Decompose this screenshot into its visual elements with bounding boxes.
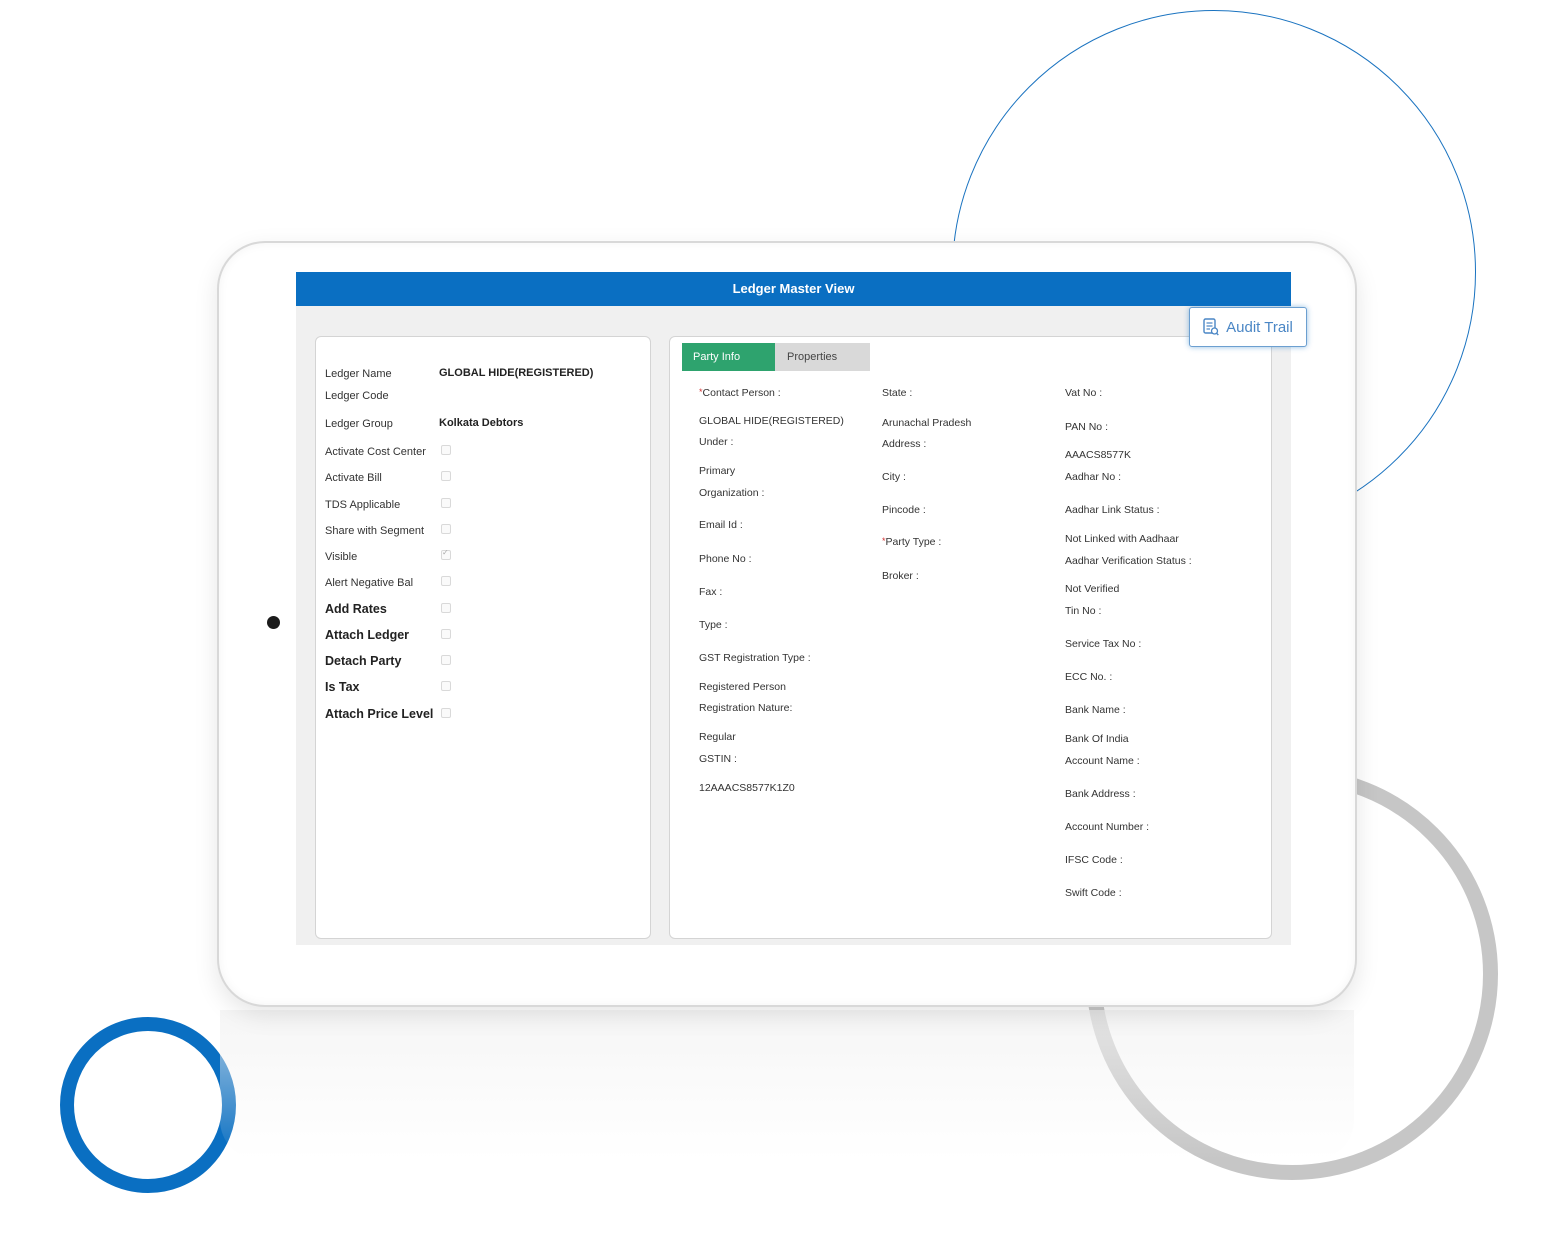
footer-strip xyxy=(296,945,1291,977)
alert-negative-bal-checkbox[interactable] xyxy=(441,576,451,586)
state-label: State : xyxy=(882,387,913,399)
vat-label: Vat No : xyxy=(1065,387,1103,399)
city-label: City : xyxy=(882,471,906,483)
party-type-label: *Party Type : xyxy=(882,536,942,548)
pan-value: AAACS8577K xyxy=(1065,449,1131,461)
registration-nature-label: Registration Nature: xyxy=(699,702,793,714)
aadhar-verification-status-label: Aadhar Verification Status : xyxy=(1065,555,1192,567)
gstin-label: GSTIN : xyxy=(699,753,737,765)
registration-nature-value: Regular xyxy=(699,731,736,743)
tablet-reflection xyxy=(220,1010,1354,1160)
tds-applicable-checkbox[interactable] xyxy=(441,498,451,508)
audit-document-icon xyxy=(1203,318,1219,336)
type-label: Type : xyxy=(699,619,728,631)
option-label-attach-ledger: Attach Ledger xyxy=(325,628,410,642)
contact-person-value: GLOBAL HIDE(REGISTERED) xyxy=(699,415,844,427)
page-title: Ledger Master View xyxy=(296,272,1291,306)
add-rates-checkbox[interactable] xyxy=(441,603,451,613)
pincode-label: Pincode : xyxy=(882,504,926,516)
option-label-is-tax: Is Tax xyxy=(325,680,360,694)
option-label-attach-price-level: Attach Price Level xyxy=(325,707,434,721)
bank-name-value: Bank Of India xyxy=(1065,733,1129,745)
tab-party-info[interactable]: Party Info xyxy=(682,343,775,371)
visible-checkbox[interactable] xyxy=(441,548,451,560)
option-label-visible: Visible xyxy=(325,551,358,563)
fax-label: Fax : xyxy=(699,586,723,598)
broker-label: Broker : xyxy=(882,570,919,582)
account-number-label: Account Number : xyxy=(1065,821,1150,833)
organization-label: Organization : xyxy=(699,487,765,499)
decorative-circle-blue xyxy=(60,1017,236,1193)
tab-properties[interactable]: Properties xyxy=(775,343,870,371)
bank-name-label: Bank Name : xyxy=(1065,704,1126,716)
audit-trail-button[interactable]: Audit Trail xyxy=(1189,307,1307,347)
ifsc-label: IFSC Code : xyxy=(1065,854,1123,866)
address-label: Address : xyxy=(882,438,927,450)
audit-trail-label: Audit Trail xyxy=(1226,318,1293,336)
pan-label: PAN No : xyxy=(1065,421,1108,433)
app-screen: Ledger Master View Ledger Name GLOBAL HI… xyxy=(296,272,1291,977)
state-value: Arunachal Pradesh xyxy=(882,417,972,429)
gst-registration-type-label: GST Registration Type : xyxy=(699,652,811,664)
ledger-code-label: Ledger Code xyxy=(325,390,389,402)
tin-label: Tin No : xyxy=(1065,605,1102,617)
detach-party-checkbox[interactable] xyxy=(441,655,451,665)
is-tax-checkbox[interactable] xyxy=(441,681,451,691)
phone-label: Phone No : xyxy=(699,553,752,565)
attach-price-level-checkbox[interactable] xyxy=(441,708,451,718)
option-label-activate-bill: Activate Bill xyxy=(325,472,382,484)
gst-registration-type-value: Registered Person xyxy=(699,681,786,693)
ledger-name-label: Ledger Name xyxy=(325,368,392,380)
gstin-value: 12AAACS8577K1Z0 xyxy=(699,782,795,794)
aadhar-link-status-value: Not Linked with Aadhaar xyxy=(1065,533,1179,545)
ledger-group-value: Kolkata Debtors xyxy=(439,417,524,429)
under-label: Under : xyxy=(699,436,734,448)
bank-address-label: Bank Address : xyxy=(1065,788,1136,800)
aadhar-label: Aadhar No : xyxy=(1065,471,1122,483)
option-label-alert-negative-bal: Alert Negative Bal xyxy=(325,577,414,589)
option-label-activate-cost-center: Activate Cost Center xyxy=(325,446,426,458)
share-with-segment-checkbox[interactable] xyxy=(441,524,451,534)
attach-ledger-checkbox[interactable] xyxy=(441,629,451,639)
option-label-share-with-segment: Share with Segment xyxy=(325,525,425,537)
swift-label: Swift Code : xyxy=(1065,887,1122,899)
activate-bill-checkbox[interactable] xyxy=(441,471,451,481)
ecc-label: ECC No. : xyxy=(1065,671,1113,683)
party-info-panel: Party Info Properties *Contact Person : … xyxy=(669,336,1272,939)
ledger-name-value: GLOBAL HIDE(REGISTERED) xyxy=(439,367,594,379)
option-label-tds-applicable: TDS Applicable xyxy=(325,499,401,511)
activate-cost-center-checkbox[interactable] xyxy=(441,445,451,455)
aadhar-verification-status-value: Not Verified xyxy=(1065,583,1120,595)
service-tax-label: Service Tax No : xyxy=(1065,638,1142,650)
ledger-group-label: Ledger Group xyxy=(325,418,393,430)
account-name-label: Account Name : xyxy=(1065,755,1140,767)
contact-person-label: *Contact Person : xyxy=(699,387,781,399)
ledger-details-panel: Ledger Name GLOBAL HIDE(REGISTERED) Ledg… xyxy=(315,336,651,939)
under-value: Primary xyxy=(699,465,736,477)
tablet-camera xyxy=(267,616,280,629)
aadhar-link-status-label: Aadhar Link Status : xyxy=(1065,504,1160,516)
option-label-detach-party: Detach Party xyxy=(325,654,402,668)
option-label-add-rates: Add Rates xyxy=(325,602,387,616)
email-label: Email Id : xyxy=(699,519,743,531)
